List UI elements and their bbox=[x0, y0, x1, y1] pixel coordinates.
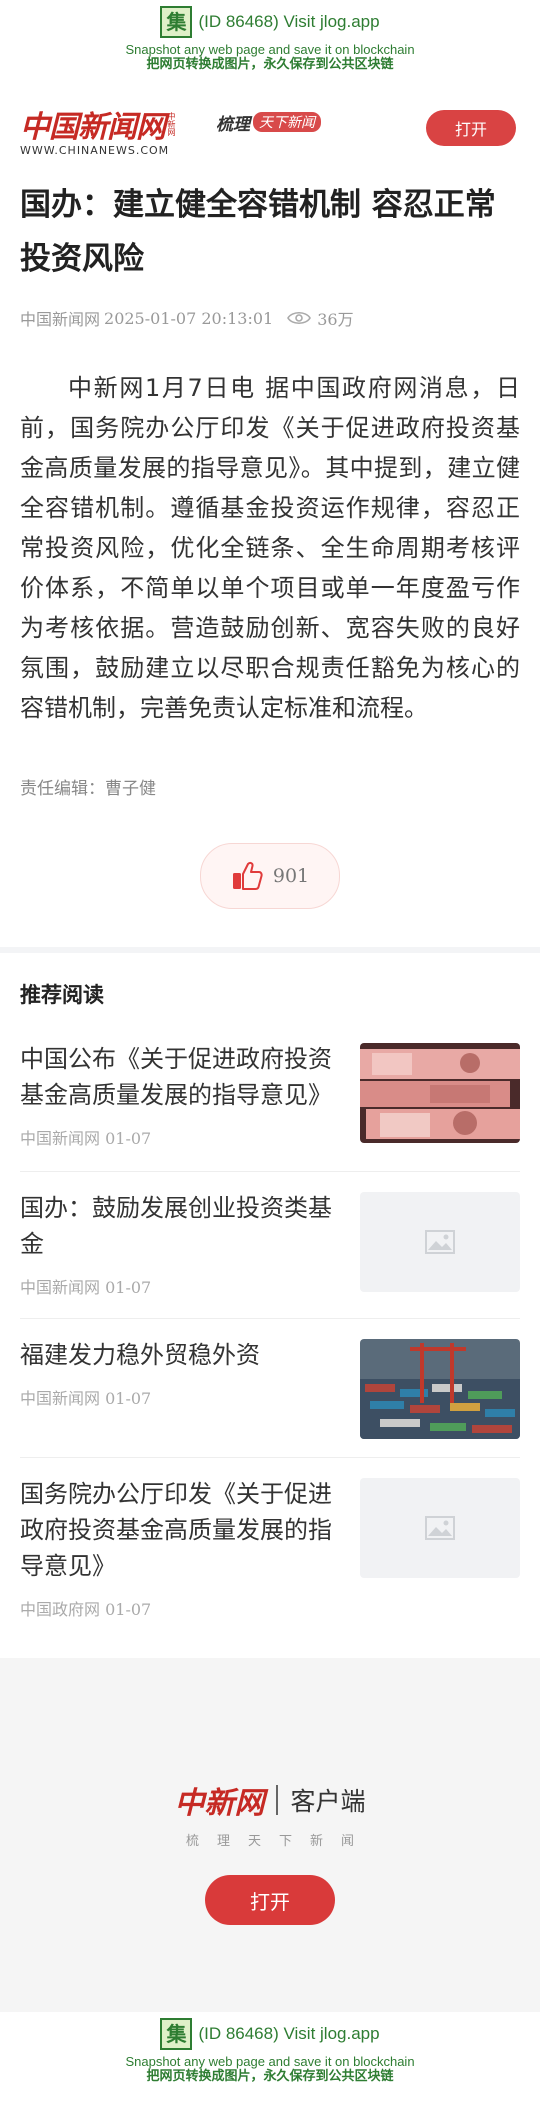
recommend-item[interactable]: 福建发力稳外贸稳外资 中国新闻网 01-07 bbox=[20, 1319, 520, 1458]
site-header: 中国新闻网 中新网 WWW.CHINANEWS.COM 梳理 天下新闻 打开 bbox=[0, 90, 540, 168]
recommend-item-title[interactable]: 中国公布《关于促进政府投资基金高质量发展的指导意见》 bbox=[20, 1041, 340, 1113]
recommend-heading: 推荐阅读 bbox=[20, 983, 104, 1007]
jlog-banner-bottom[interactable]: 集 (ID 86468) Visit jlog.app Snapshot any… bbox=[0, 2012, 540, 2102]
recommend-item-title[interactable]: 福建发力稳外贸稳外资 bbox=[20, 1337, 340, 1373]
header-slogan: 梳理 天下新闻 bbox=[216, 110, 321, 135]
recommend-item[interactable]: 国办：鼓励发展创业投资类基金 中国新闻网 01-07 bbox=[20, 1172, 520, 1319]
jlog-logo-icon: 集 bbox=[160, 2018, 193, 2050]
slogan-part-a: 梳理 bbox=[216, 114, 250, 135]
article-meta: 中国新闻网 2025-01-07 20:13:01 36万 bbox=[0, 306, 540, 330]
recommend-item-title[interactable]: 国办：鼓励发展创业投资类基金 bbox=[20, 1190, 340, 1262]
banner-id-text[interactable]: (ID 86468) Visit jlog.app bbox=[198, 2024, 379, 2044]
recommend-list: 中国公布《关于促进政府投资基金高质量发展的指导意见》 中国新闻网 01-07 国… bbox=[0, 1023, 540, 1642]
footer-logo: 中新网 客户端 bbox=[0, 1778, 540, 1822]
article-source: 中国新闻网 bbox=[20, 310, 101, 329]
recommend-item-source: 中国政府网 01-07 bbox=[20, 1600, 152, 1619]
thumbs-up-icon bbox=[232, 861, 263, 890]
like-count: 901 bbox=[272, 865, 310, 887]
recommend-item-source: 中国新闻网 01-07 bbox=[20, 1129, 152, 1148]
footer-logo-cn: 中新网 bbox=[174, 1786, 265, 1821]
footer-client-label: 客户端 bbox=[290, 1787, 366, 1816]
recommend-item[interactable]: 中国公布《关于促进政府投资基金高质量发展的指导意见》 中国新闻网 01-07 bbox=[20, 1023, 520, 1172]
recommend-item-source: 中国新闻网 01-07 bbox=[20, 1389, 152, 1408]
article-date: 2025-01-07 20:13:01 bbox=[104, 308, 274, 328]
section-divider bbox=[0, 947, 540, 953]
logo-en-text: WWW.CHINANEWS.COM bbox=[20, 143, 170, 157]
banner-tagline-en: Snapshot any web page and save it on blo… bbox=[125, 2054, 415, 2069]
banner-tagline-cn: 把网页转换成图片，永久保存到公共区块链 bbox=[146, 2069, 394, 2084]
open-app-button[interactable]: 打开 bbox=[426, 110, 516, 146]
app-promo-footer: 中新网 客户端 梳理天下新闻 打开 bbox=[0, 1658, 540, 2012]
footer-logo-separator bbox=[276, 1785, 279, 1815]
logo-cn-text: 中国新闻网 bbox=[20, 109, 166, 145]
eye-icon bbox=[287, 311, 312, 325]
currency-photo-thumbnail[interactable] bbox=[360, 1043, 520, 1143]
recommend-item-source: 中国新闻网 01-07 bbox=[20, 1278, 152, 1297]
like-button[interactable]: 901 bbox=[200, 843, 340, 909]
article-editor: 责任编辑：曹子健 bbox=[20, 779, 156, 799]
footer-tagline: 梳理天下新闻 bbox=[185, 1834, 372, 1849]
article-title: 国办：建立健全容错机制 容忍正常投资风险 bbox=[20, 187, 496, 277]
port-photo-thumbnail[interactable] bbox=[360, 1339, 520, 1439]
image-placeholder-icon[interactable] bbox=[360, 1478, 520, 1578]
article-body: 中新网1月7日电 据中国政府网消息，日前，国务院办公厅印发《关于促进政府投资基金… bbox=[20, 374, 520, 722]
site-logo[interactable]: 中国新闻网 中新网 WWW.CHINANEWS.COM bbox=[20, 102, 194, 157]
image-placeholder-icon[interactable] bbox=[360, 1192, 520, 1292]
logo-tag: 中新网 bbox=[167, 111, 176, 136]
banner-tagline-en: Snapshot any web page and save it on blo… bbox=[125, 42, 415, 57]
banner-tagline-cn: 把网页转换成图片，永久保存到公共区块链 bbox=[146, 57, 394, 72]
recommend-item-title[interactable]: 国务院办公厅印发《关于促进政府投资基金高质量发展的指导意见》 bbox=[20, 1476, 340, 1584]
slogan-part-b: 天下新闻 bbox=[253, 112, 321, 132]
jlog-logo-icon: 集 bbox=[160, 6, 193, 38]
banner-id-text[interactable]: (ID 86468) Visit jlog.app bbox=[198, 12, 379, 32]
article-views: 36万 bbox=[317, 310, 354, 329]
footer-open-app-button[interactable]: 打开 bbox=[205, 1875, 335, 1925]
jlog-banner-top[interactable]: 集 (ID 86468) Visit jlog.app Snapshot any… bbox=[0, 0, 540, 90]
recommend-item[interactable]: 国务院办公厅印发《关于促进政府投资基金高质量发展的指导意见》 中国政府网 01-… bbox=[20, 1458, 520, 1642]
